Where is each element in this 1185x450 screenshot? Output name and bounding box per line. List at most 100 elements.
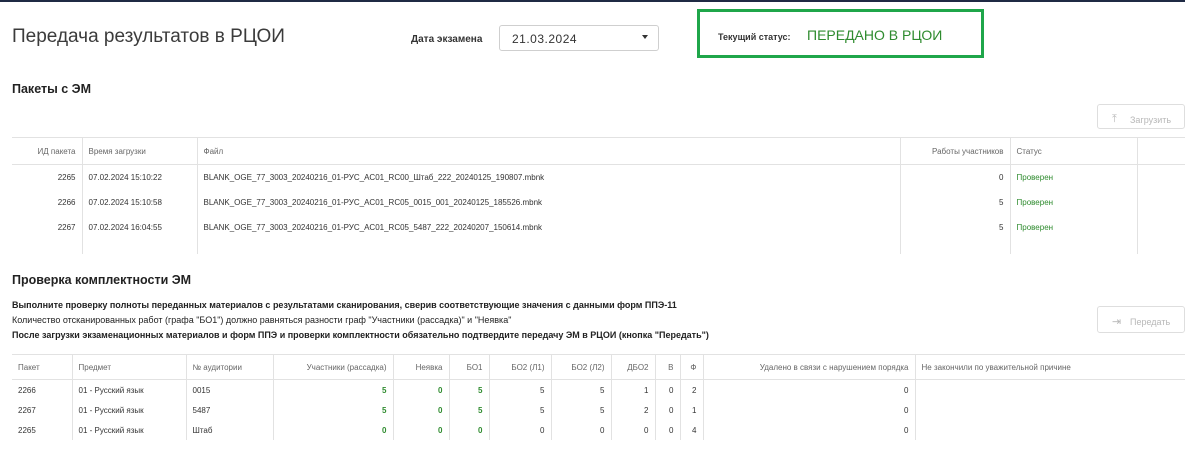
package-id: 2265 bbox=[57, 173, 76, 182]
works-count: 5 bbox=[899, 190, 1010, 215]
unfinished-cell bbox=[914, 400, 1185, 420]
subject-cell: 01 - Русский язык bbox=[71, 400, 186, 420]
package-id: 2266 bbox=[57, 198, 76, 207]
unfinished-cell bbox=[914, 379, 1185, 400]
table-row[interactable]: 2267 07.02.2024 16:04:55 BLANK_OGE_77_30… bbox=[12, 215, 1185, 240]
instruction-note-2: Количество отсканированных работ (графа … bbox=[12, 315, 512, 325]
col-f[interactable]: Ф bbox=[679, 355, 703, 380]
bo1-cell: 0 bbox=[448, 420, 489, 440]
participants-cell: 5 bbox=[272, 400, 393, 420]
room-cell: Штаб bbox=[185, 420, 273, 440]
transfer-button[interactable]: ⇥ Передать bbox=[1097, 306, 1185, 333]
col-unfinished[interactable]: Не закончили по уважительной причине bbox=[914, 355, 1185, 380]
col-package[interactable]: Пакет bbox=[12, 355, 72, 380]
package-id: 2267 bbox=[57, 223, 76, 232]
bo2-l2-cell: 0 bbox=[550, 420, 611, 440]
works-count: 5 bbox=[899, 215, 1010, 240]
table-header-row: ИД пакета Время загрузки Файл Работы уча… bbox=[12, 138, 1185, 165]
col-file[interactable]: Файл bbox=[196, 138, 900, 165]
col-status[interactable]: Статус bbox=[1009, 138, 1137, 165]
upload-button[interactable]: ⤒ Загрузить bbox=[1097, 104, 1185, 129]
upload-button-label: Загрузить bbox=[1130, 115, 1172, 125]
transfer-icon: ⇥ bbox=[1112, 316, 1122, 328]
f-cell: 2 bbox=[679, 379, 703, 400]
col-participants[interactable]: Участники (рассадка) bbox=[272, 355, 393, 380]
participants-cell: 5 bbox=[272, 379, 393, 400]
exam-date-select[interactable]: 21.03.2024 bbox=[499, 25, 659, 51]
packages-table: ИД пакета Время загрузки Файл Работы уча… bbox=[12, 138, 1185, 254]
col-bo2-l2[interactable]: БО2 (Л2) bbox=[550, 355, 611, 380]
table-row[interactable]: 2266 01 - Русский язык 0015 5 0 5 5 5 1 … bbox=[12, 379, 1185, 400]
subject-cell: 01 - Русский язык bbox=[71, 420, 186, 440]
col-absent[interactable]: Неявка bbox=[392, 355, 449, 380]
instruction-note-3: После загрузки экзаменационных материало… bbox=[12, 330, 709, 340]
f-cell: 4 bbox=[679, 420, 703, 440]
file-name: BLANK_OGE_77_3003_20240216_01-РУС_AC01_R… bbox=[196, 164, 900, 190]
f-cell: 1 bbox=[679, 400, 703, 420]
upload-time: 07.02.2024 15:10:22 bbox=[81, 164, 197, 190]
col-bo2-l1[interactable]: БО2 (Л1) bbox=[488, 355, 551, 380]
page-title: Передача результатов в РЦОИ bbox=[12, 26, 285, 47]
completeness-heading: Проверка комплектности ЭМ bbox=[12, 273, 192, 287]
bo2-l1-cell: 5 bbox=[488, 400, 551, 420]
table-row[interactable]: 2265 01 - Русский язык Штаб 0 0 0 0 0 0 … bbox=[12, 420, 1185, 440]
table-row[interactable]: 2266 07.02.2024 15:10:58 BLANK_OGE_77_30… bbox=[12, 190, 1185, 215]
dbo2-cell: 2 bbox=[610, 400, 655, 420]
upload-time: 07.02.2024 16:04:55 bbox=[81, 215, 197, 240]
col-bo1[interactable]: БО1 bbox=[448, 355, 489, 380]
v-cell: 0 bbox=[654, 379, 680, 400]
removed-cell: 0 bbox=[702, 420, 915, 440]
table-row[interactable]: 2267 01 - Русский язык 5487 5 0 5 5 5 2 … bbox=[12, 400, 1185, 420]
instruction-note-1: Выполните проверку полноты переданных ма… bbox=[12, 300, 677, 310]
bo2-l1-cell: 0 bbox=[488, 420, 551, 440]
absent-cell: 0 bbox=[392, 400, 449, 420]
subject-cell: 01 - Русский язык bbox=[71, 379, 186, 400]
bo2-l1-cell: 5 bbox=[488, 379, 551, 400]
dbo2-cell: 0 bbox=[610, 420, 655, 440]
col-room[interactable]: № аудитории bbox=[185, 355, 273, 380]
bo1-cell: 5 bbox=[448, 379, 489, 400]
col-dbo2[interactable]: ДБО2 bbox=[610, 355, 655, 380]
col-empty bbox=[1136, 138, 1185, 165]
removed-cell: 0 bbox=[702, 379, 915, 400]
file-name: BLANK_OGE_77_3003_20240216_01-РУС_AC01_R… bbox=[196, 215, 900, 240]
removed-cell: 0 bbox=[702, 400, 915, 420]
status-cell: Проверен bbox=[1009, 190, 1137, 215]
completeness-table: Пакет Предмет № аудитории Участники (рас… bbox=[12, 355, 1185, 440]
bo2-l2-cell: 5 bbox=[550, 400, 611, 420]
bo1-cell: 5 bbox=[448, 400, 489, 420]
col-subject[interactable]: Предмет bbox=[71, 355, 186, 380]
table-header-row: Пакет Предмет № аудитории Участники (рас… bbox=[12, 355, 1185, 380]
chevron-down-icon bbox=[642, 35, 648, 39]
top-border bbox=[0, 0, 1185, 2]
upload-icon: ⤒ bbox=[1112, 113, 1117, 125]
bo2-l2-cell: 5 bbox=[550, 379, 611, 400]
package-cell: 2267 bbox=[18, 405, 36, 415]
table-row[interactable]: 2265 07.02.2024 15:10:22 BLANK_OGE_77_30… bbox=[12, 164, 1185, 190]
room-cell: 5487 bbox=[185, 400, 273, 420]
exam-date-label: Дата экзамена bbox=[411, 34, 483, 45]
works-count: 0 bbox=[899, 164, 1010, 190]
status-value: ПЕРЕДАНО В РЦОИ bbox=[807, 27, 943, 43]
file-name: BLANK_OGE_77_3003_20240216_01-РУС_AC01_R… bbox=[196, 190, 900, 215]
v-cell: 0 bbox=[654, 420, 680, 440]
col-works[interactable]: Работы участников bbox=[899, 138, 1010, 165]
col-removed[interactable]: Удалено в связи с нарушением порядка bbox=[702, 355, 915, 380]
transfer-button-label: Передать bbox=[1130, 317, 1171, 327]
upload-time: 07.02.2024 15:10:58 bbox=[81, 190, 197, 215]
package-cell: 2266 bbox=[18, 385, 36, 395]
absent-cell: 0 bbox=[392, 420, 449, 440]
room-cell: 0015 bbox=[185, 379, 273, 400]
status-cell: Проверен bbox=[1009, 215, 1137, 240]
exam-date-value: 21.03.2024 bbox=[512, 32, 578, 46]
col-upload-time[interactable]: Время загрузки bbox=[81, 138, 197, 165]
package-cell: 2265 bbox=[18, 425, 36, 435]
dbo2-cell: 1 bbox=[610, 379, 655, 400]
unfinished-cell bbox=[914, 420, 1185, 440]
col-package-id[interactable]: ИД пакета bbox=[12, 138, 82, 165]
status-label: Текущий статус: bbox=[718, 32, 791, 42]
col-v[interactable]: В bbox=[654, 355, 680, 380]
v-cell: 0 bbox=[654, 400, 680, 420]
packages-heading: Пакеты с ЭМ bbox=[12, 82, 91, 96]
status-cell: Проверен bbox=[1009, 164, 1137, 190]
